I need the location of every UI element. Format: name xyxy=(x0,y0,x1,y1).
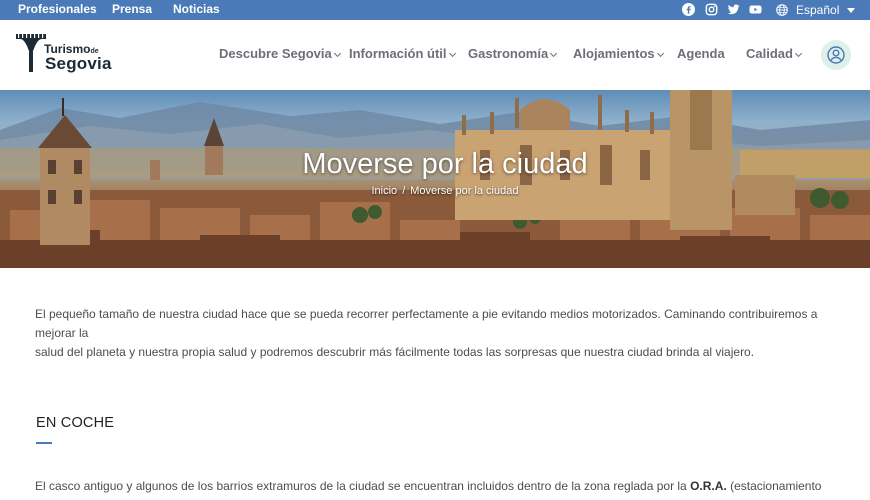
link-profesionales[interactable]: Profesionales xyxy=(18,0,97,20)
aqueduct-logo-icon xyxy=(16,34,46,72)
breadcrumb: Inicio / Moverse por la ciudad xyxy=(0,185,870,197)
nav-agenda[interactable]: Agenda xyxy=(677,46,725,61)
twitter-icon[interactable] xyxy=(727,3,740,16)
nav-alojamientos[interactable]: Alojamientos xyxy=(573,46,664,61)
nav-descubre-segovia[interactable]: Descubre Segovia xyxy=(219,46,341,61)
globe-icon xyxy=(776,4,788,16)
breadcrumb-current: Moverse por la ciudad xyxy=(410,185,519,197)
page-title: Moverse por la ciudad xyxy=(302,148,588,180)
link-noticias[interactable]: Noticias xyxy=(173,0,220,20)
language-label: Español xyxy=(796,3,840,17)
chevron-down-icon xyxy=(550,49,558,58)
chevron-down-icon xyxy=(656,49,664,58)
ora-link[interactable]: O.R.A. xyxy=(690,479,727,493)
section-underline xyxy=(36,442,52,444)
breadcrumb-separator: / xyxy=(402,185,406,197)
site-header: Turismode Segovia Descubre Segovia Infor… xyxy=(0,20,870,90)
nav-informacion-util[interactable]: Información útil xyxy=(349,46,456,61)
user-icon xyxy=(827,46,845,64)
nav-calidad[interactable]: Calidad xyxy=(746,46,803,61)
chevron-down-icon xyxy=(794,49,803,58)
intro-paragraph: El pequeño tamaño de nuestra ciudad hace… xyxy=(35,305,850,362)
facebook-icon[interactable] xyxy=(682,3,695,16)
user-account-button[interactable] xyxy=(821,40,851,70)
top-bar: Profesionales Prensa Noticias Español xyxy=(0,0,870,20)
breadcrumb-home-link[interactable]: Inicio xyxy=(372,185,398,197)
car-paragraph: El casco antiguo y algunos de los barrio… xyxy=(35,477,850,500)
language-selector[interactable]: Español xyxy=(776,0,856,20)
nav-gastronomia[interactable]: Gastronomía xyxy=(468,46,558,61)
logo-text-bottom: Segovia xyxy=(45,54,112,73)
instagram-icon[interactable] xyxy=(705,3,718,16)
site-logo[interactable]: Turismode Segovia xyxy=(16,32,111,76)
chevron-down-icon xyxy=(333,49,341,58)
youtube-icon[interactable] xyxy=(749,3,762,16)
section-title-en-coche: EN COCHE xyxy=(36,415,115,431)
chevron-down-icon xyxy=(448,49,456,58)
chevron-down-icon xyxy=(847,8,856,13)
hero-banner: Moverse por la ciudad Inicio / Moverse por… xyxy=(0,90,870,268)
intro-line-1: El pequeño tamaño de nuestra ciudad hace… xyxy=(35,307,818,340)
link-prensa[interactable]: Prensa xyxy=(112,0,152,20)
car-text-start: El casco antiguo y algunos de los barrio… xyxy=(35,479,691,493)
intro-line-2: salud del planeta y nuestra propia salud… xyxy=(35,345,755,359)
